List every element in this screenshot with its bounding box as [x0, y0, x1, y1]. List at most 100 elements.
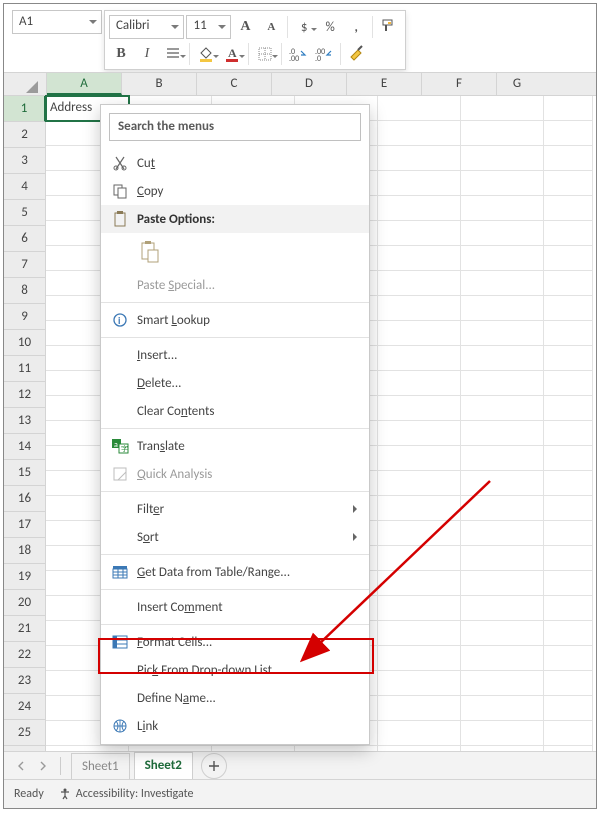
- row-header[interactable]: 10: [4, 330, 46, 356]
- row-header[interactable]: 14: [4, 434, 46, 460]
- cell[interactable]: [378, 471, 461, 496]
- cell[interactable]: [461, 546, 544, 571]
- menu-translate[interactable]: a字 Translate: [101, 432, 369, 460]
- row-header[interactable]: 20: [4, 590, 46, 616]
- cell[interactable]: [461, 496, 544, 521]
- decrease-decimal-button[interactable]: .00 .0: [312, 43, 336, 65]
- cell[interactable]: [461, 621, 544, 646]
- menu-copy[interactable]: Copy: [101, 177, 369, 205]
- cell[interactable]: [461, 396, 544, 421]
- row-header[interactable]: 1: [4, 96, 46, 122]
- row-header[interactable]: 24: [4, 694, 46, 720]
- cell[interactable]: [378, 696, 461, 721]
- row-header[interactable]: 11: [4, 356, 46, 382]
- menu-pick-from-list[interactable]: Pick From Drop-down List...: [101, 656, 369, 684]
- cell[interactable]: [378, 721, 461, 746]
- menu-delete[interactable]: Delete...: [101, 369, 369, 397]
- menu-search-input[interactable]: Search the menus: [109, 113, 361, 141]
- cell[interactable]: [378, 421, 461, 446]
- cell[interactable]: [461, 446, 544, 471]
- format-painter-paint-button[interactable]: [345, 43, 369, 65]
- tab-nav-prev[interactable]: [10, 755, 32, 777]
- cell[interactable]: [378, 321, 461, 346]
- italic-button[interactable]: I: [135, 43, 159, 65]
- column-header[interactable]: D: [272, 73, 347, 95]
- cell[interactable]: [461, 246, 544, 271]
- cell[interactable]: [544, 146, 593, 171]
- column-header[interactable]: E: [347, 73, 422, 95]
- cell[interactable]: [544, 221, 593, 246]
- percent-style-button[interactable]: %: [318, 16, 342, 38]
- cell[interactable]: [544, 296, 593, 321]
- cell[interactable]: [544, 96, 593, 121]
- cell[interactable]: [378, 546, 461, 571]
- menu-smart-lookup[interactable]: i Smart Lookup: [101, 306, 369, 334]
- cell[interactable]: [461, 346, 544, 371]
- cell[interactable]: [378, 496, 461, 521]
- row-header[interactable]: 8: [4, 278, 46, 304]
- cell[interactable]: [378, 646, 461, 671]
- column-header[interactable]: A: [47, 73, 122, 95]
- cell[interactable]: [461, 121, 544, 146]
- cell[interactable]: [378, 196, 461, 221]
- cell[interactable]: [461, 96, 544, 121]
- cell[interactable]: [378, 346, 461, 371]
- cell[interactable]: [461, 321, 544, 346]
- menu-link[interactable]: Link: [101, 712, 369, 740]
- menu-insert-comment[interactable]: Insert Comment: [101, 593, 369, 621]
- row-header[interactable]: 2: [4, 122, 46, 148]
- cell[interactable]: [461, 146, 544, 171]
- menu-insert[interactable]: Insert...: [101, 341, 369, 369]
- increase-font-size-button[interactable]: A: [233, 16, 257, 38]
- cell[interactable]: [378, 521, 461, 546]
- cell[interactable]: [544, 371, 593, 396]
- row-header[interactable]: 23: [4, 668, 46, 694]
- cell[interactable]: [378, 221, 461, 246]
- row-header[interactable]: 13: [4, 408, 46, 434]
- cell[interactable]: [378, 671, 461, 696]
- tab-nav-next[interactable]: [32, 755, 54, 777]
- cell[interactable]: [461, 596, 544, 621]
- cell[interactable]: [378, 296, 461, 321]
- menu-sort[interactable]: Sort: [101, 523, 369, 551]
- row-header[interactable]: 16: [4, 486, 46, 512]
- cell[interactable]: [461, 521, 544, 546]
- cell[interactable]: [544, 596, 593, 621]
- cell[interactable]: [378, 571, 461, 596]
- row-header[interactable]: 18: [4, 538, 46, 564]
- font-name-select[interactable]: Calibri: [109, 15, 184, 39]
- increase-decimal-button[interactable]: .0 .00: [286, 43, 310, 65]
- cell[interactable]: [544, 721, 593, 746]
- cell[interactable]: [461, 646, 544, 671]
- decrease-font-size-button[interactable]: A: [259, 16, 283, 38]
- underline-button[interactable]: [161, 43, 185, 65]
- cell[interactable]: [378, 271, 461, 296]
- cell[interactable]: [378, 596, 461, 621]
- row-header[interactable]: 3: [4, 148, 46, 174]
- row-header[interactable]: 6: [4, 226, 46, 252]
- cell[interactable]: [461, 196, 544, 221]
- add-sheet-button[interactable]: [201, 753, 227, 779]
- paste-button[interactable]: [137, 239, 163, 265]
- cell[interactable]: [378, 146, 461, 171]
- cell[interactable]: [544, 546, 593, 571]
- cell[interactable]: [544, 571, 593, 596]
- menu-get-data[interactable]: Get Data from Table/Range...: [101, 558, 369, 586]
- cell[interactable]: [461, 421, 544, 446]
- cell[interactable]: [544, 646, 593, 671]
- row-header[interactable]: 5: [4, 200, 46, 226]
- cell[interactable]: [544, 346, 593, 371]
- menu-filter[interactable]: Filter: [101, 495, 369, 523]
- cell[interactable]: [544, 621, 593, 646]
- cell[interactable]: [544, 496, 593, 521]
- cell[interactable]: [544, 171, 593, 196]
- cell[interactable]: [544, 271, 593, 296]
- row-header[interactable]: 12: [4, 382, 46, 408]
- row-header[interactable]: 7: [4, 252, 46, 278]
- cell[interactable]: [378, 621, 461, 646]
- row-header[interactable]: 15: [4, 460, 46, 486]
- menu-define-name[interactable]: Define Name...: [101, 684, 369, 712]
- sheet-tab[interactable]: Sheet1: [71, 753, 130, 780]
- cell[interactable]: [461, 696, 544, 721]
- font-color-button[interactable]: A: [220, 43, 244, 65]
